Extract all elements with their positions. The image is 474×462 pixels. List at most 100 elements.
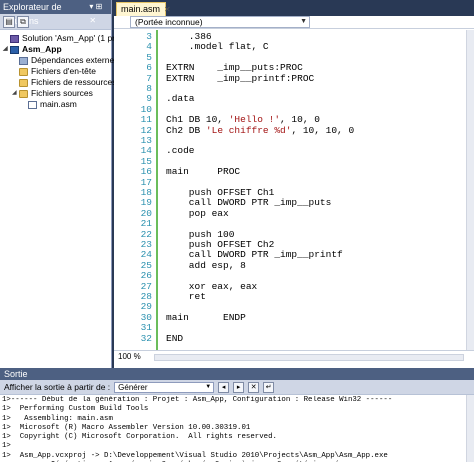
go-to-next-icon[interactable]: ▸ bbox=[233, 381, 245, 393]
show-output-label: Afficher la sortie à partir de : bbox=[4, 382, 111, 392]
tree-item[interactable]: Fichiers de ressources bbox=[0, 77, 117, 88]
editor-bottom-bar: 100 % bbox=[114, 350, 474, 364]
code-segment: main ENDP bbox=[166, 311, 246, 323]
output-source-dropdown[interactable]: Générer ▼ bbox=[114, 381, 215, 393]
code-segment: .code bbox=[166, 145, 195, 157]
code-text: Ch2 DB 'Le chiffre %d', 10, 10, 0 bbox=[166, 124, 355, 136]
horizontal-scrollbar[interactable] bbox=[154, 354, 464, 361]
tab-main-asm[interactable]: main.asm ✕ bbox=[116, 2, 171, 16]
output-text[interactable]: 1>------ Début de la génération : Projet… bbox=[2, 396, 466, 462]
code-line[interactable]: 20 pop eax bbox=[114, 207, 466, 219]
code-segment: push OFFSET Ch2 bbox=[166, 239, 275, 250]
code-segment: pop eax bbox=[166, 207, 229, 219]
code-segment: push 100 bbox=[166, 228, 235, 240]
code-segment: , 10, 10, 0 bbox=[291, 124, 355, 136]
output-toolbar: Afficher la sortie à partir de : Générer… bbox=[0, 380, 474, 395]
tree-item[interactable]: Fichiers d'en-tête bbox=[0, 66, 111, 77]
code-segment: main PROC bbox=[166, 166, 241, 178]
code-area[interactable]: 3 .386 4 .model flat, C 5 6 EXTRN _imp__puts… bbox=[114, 30, 466, 350]
solution-explorer-panel: Explorateur de solutions ▾ ⊞ ✕ ▤ ⧉ Solut… bbox=[0, 0, 132, 368]
tree-item-label: Fichiers d'en-tête bbox=[31, 66, 96, 76]
tree-item-label: main.asm bbox=[40, 99, 77, 109]
code-line[interactable]: 14 .code bbox=[114, 145, 466, 156]
output-title: Sortie bbox=[0, 368, 474, 380]
output-line: 1> Microsoft (R) Macro Assembler Version… bbox=[2, 423, 251, 432]
code-segment: add esp, 8 bbox=[166, 259, 246, 271]
show-all-files-icon[interactable]: ⧉ bbox=[17, 15, 29, 28]
output-line: 1> bbox=[2, 442, 11, 451]
tab-label: main.asm bbox=[121, 4, 161, 14]
tree-item-label: Dépendances externes bbox=[31, 55, 119, 65]
tree-item[interactable]: ◢ Asm_App bbox=[0, 44, 111, 55]
code-line[interactable]: 7 EXTRN _imp__printf:PROC bbox=[114, 72, 466, 84]
code-text: add esp, 8 bbox=[166, 259, 246, 271]
code-text: EXTRN _imp__printf:PROC bbox=[166, 72, 315, 84]
tree-item-label: Fichiers sources bbox=[31, 88, 93, 98]
line-number: 32 bbox=[140, 332, 152, 344]
code-line[interactable]: 12 Ch2 DB 'Le chiffre %d', 10, 10, 0 bbox=[114, 124, 466, 136]
folder-icon bbox=[19, 89, 28, 98]
code-segment: xor eax, eax bbox=[166, 280, 258, 292]
zoom-level[interactable]: 100 % bbox=[118, 352, 141, 361]
word-wrap-icon[interactable]: ↵ bbox=[263, 381, 275, 393]
code-segment: Ch2 DB bbox=[166, 124, 206, 136]
tree-item[interactable]: main.asm bbox=[0, 99, 111, 110]
code-segment: EXTRN _imp__printf:PROC bbox=[166, 72, 315, 84]
go-to-previous-icon[interactable]: ◂ bbox=[218, 381, 230, 393]
code-editor: main.asm ✕ (Portée inconnue) ▼ 3 .386 4 .m… bbox=[114, 0, 474, 368]
output-line: 1> Copyright (C) Microsoft Corporation. … bbox=[2, 433, 277, 442]
string-literal: 'Hello !' bbox=[228, 114, 281, 126]
code-line[interactable]: 25 add esp, 8 bbox=[114, 259, 466, 271]
output-line: 1> Asm_App.vcxproj -> D:\Developpement\V… bbox=[2, 451, 388, 460]
tree-item[interactable]: Dépendances externes bbox=[0, 55, 118, 66]
file-icon bbox=[28, 100, 37, 109]
output-source-value: Générer bbox=[118, 382, 148, 392]
document-tab-bar: main.asm ✕ bbox=[114, 0, 474, 16]
code-line[interactable]: 30 main ENDP bbox=[114, 311, 466, 323]
code-line[interactable]: 4 .model flat, C bbox=[114, 41, 466, 52]
tree-item-label: Asm_App bbox=[22, 44, 62, 54]
code-segment: ret bbox=[166, 291, 206, 302]
scope-value: (Portée inconnue) bbox=[135, 17, 203, 27]
vertical-scrollbar[interactable] bbox=[466, 30, 474, 350]
solution-tree: Solution 'Asm_App' (1 projet) ◢ Asm_App Dép… bbox=[0, 30, 132, 110]
code-text: END bbox=[166, 332, 184, 344]
code-line[interactable]: 16 main PROC bbox=[114, 166, 466, 178]
clear-all-icon[interactable]: ✕ bbox=[248, 381, 260, 393]
output-line: 1>------ Début de la génération : Projet… bbox=[2, 396, 393, 404]
code-segment: .386 bbox=[166, 31, 212, 42]
code-segment: .model flat, C bbox=[166, 41, 269, 53]
project-icon bbox=[10, 45, 19, 54]
code-text: main PROC bbox=[166, 166, 241, 178]
reference-icon bbox=[19, 56, 28, 65]
code-text: .code bbox=[166, 146, 195, 156]
expander-icon[interactable]: ◢ bbox=[12, 88, 19, 99]
solution-icon bbox=[10, 34, 19, 43]
pin-icon[interactable]: ▾ ⊞ ✕ bbox=[89, 0, 111, 25]
solution-explorer-title: Explorateur de solutions bbox=[3, 2, 62, 26]
code-segment: call DWORD PTR _imp__puts bbox=[166, 197, 332, 209]
code-line[interactable]: 9 .data bbox=[114, 93, 466, 104]
folder-icon bbox=[19, 67, 28, 76]
code-line[interactable]: 28 ret bbox=[114, 291, 466, 302]
code-text: pop eax bbox=[166, 207, 229, 219]
scope-dropdown[interactable]: (Portée inconnue) ▼ bbox=[130, 16, 310, 28]
solution-explorer-title-bar: Explorateur de solutions ▾ ⊞ ✕ bbox=[0, 0, 111, 26]
tree-item[interactable]: ◢ Fichiers sources bbox=[0, 88, 111, 99]
code-segment: Ch1 DB 10, bbox=[166, 114, 229, 126]
properties-icon[interactable]: ▤ bbox=[3, 15, 15, 28]
navigation-bar: (Portée inconnue) ▼ bbox=[114, 16, 474, 29]
output-line: 1> Performing Custom Build Tools bbox=[2, 405, 149, 414]
close-icon[interactable]: ✕ bbox=[164, 5, 171, 14]
string-literal: 'Le chiffre %d' bbox=[205, 124, 292, 136]
code-line[interactable]: 32 END bbox=[114, 332, 466, 344]
expander-icon[interactable]: ◢ bbox=[3, 44, 10, 55]
tree-item-label: Fichiers de ressources bbox=[31, 77, 117, 87]
code-segment: , 10, 0 bbox=[280, 114, 320, 126]
output-line: 1> Assembling: main.asm bbox=[2, 414, 113, 423]
code-segment: END bbox=[166, 332, 184, 344]
output-vertical-scrollbar[interactable] bbox=[466, 395, 474, 462]
chevron-down-icon: ▼ bbox=[205, 383, 212, 390]
code-text: .model flat, C bbox=[166, 42, 269, 52]
tree-item[interactable]: Solution 'Asm_App' (1 projet) bbox=[0, 33, 132, 44]
